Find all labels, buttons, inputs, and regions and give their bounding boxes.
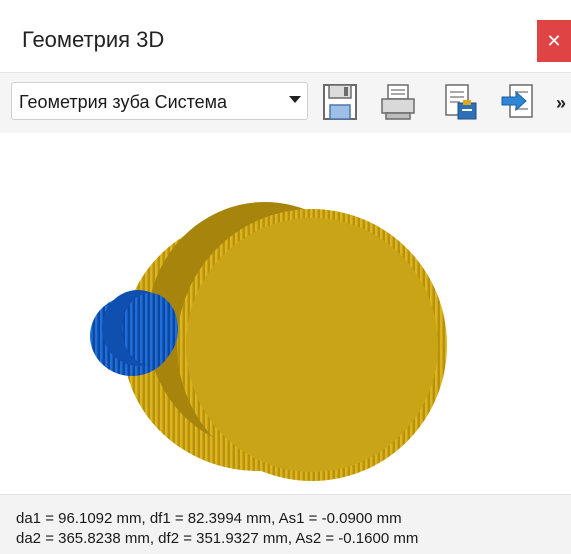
print-icon[interactable] (378, 81, 418, 123)
geometry-3d-window: Геометрия 3D ✕ Геометрия зуба Система » … (0, 0, 571, 554)
status-line-gear1: da1 = 96.1092 mm, df1 = 82.3994 mm, As1 … (16, 510, 402, 527)
export-icon[interactable] (498, 81, 538, 123)
save-icon[interactable] (320, 81, 360, 123)
close-button[interactable]: ✕ (537, 20, 571, 62)
gear-pair-render (90, 202, 447, 481)
status-line-gear2: da2 = 365.8238 mm, df2 = 351.9327 mm, As… (16, 530, 419, 547)
window-title: Геометрия 3D (22, 27, 165, 52)
close-icon: ✕ (546, 30, 562, 51)
view-select-value: Геометрия зуба Система (19, 92, 228, 112)
status-panel: da1 = 96.1092 mm, df1 = 82.3994 mm, As1 … (0, 494, 571, 554)
gear-3d-viewport[interactable] (0, 133, 571, 493)
title-bar: Геометрия 3D ✕ (0, 0, 571, 70)
chevron-down-icon (289, 96, 301, 103)
clipboard-icon[interactable] (440, 81, 480, 123)
toolbar-overflow-button[interactable]: » (556, 93, 566, 114)
toolbar: Геометрия зуба Система » (0, 72, 571, 133)
view-select[interactable]: Геометрия зуба Система (11, 82, 308, 120)
